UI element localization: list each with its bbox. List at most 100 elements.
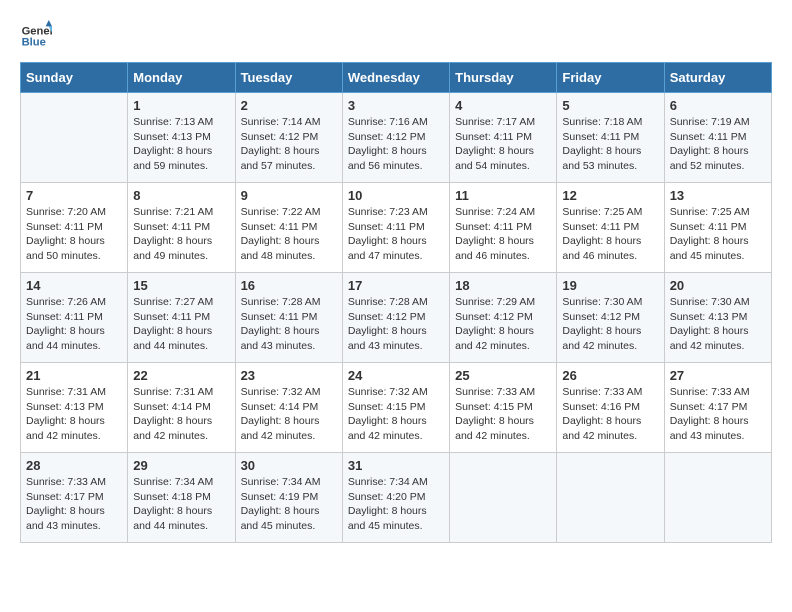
day-info: Sunrise: 7:34 AMSunset: 4:18 PMDaylight:… bbox=[133, 475, 229, 534]
day-info: Sunrise: 7:33 AMSunset: 4:16 PMDaylight:… bbox=[562, 385, 658, 444]
calendar-table: SundayMondayTuesdayWednesdayThursdayFrid… bbox=[20, 62, 772, 543]
calendar-cell: 26Sunrise: 7:33 AMSunset: 4:16 PMDayligh… bbox=[557, 363, 664, 453]
day-number: 22 bbox=[133, 368, 229, 383]
calendar-cell: 27 Sunrise: 7:33 AMSunset: 4:17 PMDayligh… bbox=[664, 363, 771, 453]
calendar-cell: 30 Sunrise: 7:34 AMSunset: 4:19 PMDayligh… bbox=[235, 453, 342, 543]
day-info: Sunrise: 7:25 AMSunset: 4:11 PMDaylight:… bbox=[562, 205, 658, 264]
day-number: 3 bbox=[348, 98, 444, 113]
calendar-cell bbox=[664, 453, 771, 543]
day-info: Sunrise: 7:34 AMSunset: 4:19 PMDaylight:… bbox=[241, 475, 337, 534]
header-day-wednesday: Wednesday bbox=[342, 63, 449, 93]
day-info: Sunrise: 7:18 AMSunset: 4:11 PMDaylight:… bbox=[562, 115, 658, 174]
day-number: 11 bbox=[455, 188, 551, 203]
svg-text:Blue: Blue bbox=[22, 37, 46, 49]
day-info: Sunrise: 7:33 AMSunset: 4:15 PMDaylight:… bbox=[455, 385, 551, 444]
calendar-cell: 15 Sunrise: 7:27 AMSunset: 4:11 PMDayligh… bbox=[128, 273, 235, 363]
week-row-1: 7 Sunrise: 7:20 AMSunset: 4:11 PMDaylight… bbox=[21, 183, 772, 273]
day-number: 24 bbox=[348, 368, 444, 383]
calendar-cell: 28 Sunrise: 7:33 AMSunset: 4:17 PMDayligh… bbox=[21, 453, 128, 543]
calendar-cell: 5 Sunrise: 7:18 AMSunset: 4:11 PMDaylight… bbox=[557, 93, 664, 183]
day-number: 17 bbox=[348, 278, 444, 293]
calendar-header: SundayMondayTuesdayWednesdayThursdayFrid… bbox=[21, 63, 772, 93]
header-row: SundayMondayTuesdayWednesdayThursdayFrid… bbox=[21, 63, 772, 93]
logo-icon: General Blue bbox=[20, 20, 52, 52]
calendar-cell: 20 Sunrise: 7:30 AMSunset: 4:13 PMDayligh… bbox=[664, 273, 771, 363]
page-header: General Blue bbox=[20, 20, 772, 52]
day-info: Sunrise: 7:17 AMSunset: 4:11 PMDaylight:… bbox=[455, 115, 551, 174]
day-number: 5 bbox=[562, 98, 658, 113]
day-info: Sunrise: 7:27 AMSunset: 4:11 PMDaylight:… bbox=[133, 295, 229, 354]
calendar-cell bbox=[450, 453, 557, 543]
calendar-cell: 3 Sunrise: 7:16 AMSunset: 4:12 PMDaylight… bbox=[342, 93, 449, 183]
day-number: 21 bbox=[26, 368, 122, 383]
calendar-cell: 25 Sunrise: 7:33 AMSunset: 4:15 PMDayligh… bbox=[450, 363, 557, 453]
day-info: Sunrise: 7:16 AMSunset: 4:12 PMDaylight:… bbox=[348, 115, 444, 174]
day-number: 7 bbox=[26, 188, 122, 203]
day-info: Sunrise: 7:30 AMSunset: 4:13 PMDaylight:… bbox=[670, 295, 766, 354]
day-number: 2 bbox=[241, 98, 337, 113]
day-number: 23 bbox=[241, 368, 337, 383]
day-number: 20 bbox=[670, 278, 766, 293]
header-day-friday: Friday bbox=[557, 63, 664, 93]
calendar-cell: 19 Sunrise: 7:30 AMSunset: 4:12 PMDayligh… bbox=[557, 273, 664, 363]
calendar-cell: 8Sunrise: 7:21 AMSunset: 4:11 PMDaylight… bbox=[128, 183, 235, 273]
calendar-cell: 13Sunrise: 7:25 AMSunset: 4:11 PMDayligh… bbox=[664, 183, 771, 273]
calendar-cell: 23Sunrise: 7:32 AMSunset: 4:14 PMDayligh… bbox=[235, 363, 342, 453]
calendar-cell: 10 Sunrise: 7:23 AMSunset: 4:11 PMDayligh… bbox=[342, 183, 449, 273]
calendar-cell: 7 Sunrise: 7:20 AMSunset: 4:11 PMDaylight… bbox=[21, 183, 128, 273]
day-number: 15 bbox=[133, 278, 229, 293]
week-row-4: 28 Sunrise: 7:33 AMSunset: 4:17 PMDayligh… bbox=[21, 453, 772, 543]
day-number: 9 bbox=[241, 188, 337, 203]
calendar-cell: 14 Sunrise: 7:26 AMSunset: 4:11 PMDayligh… bbox=[21, 273, 128, 363]
week-row-0: 1Sunrise: 7:13 AMSunset: 4:13 PMDaylight… bbox=[21, 93, 772, 183]
calendar-cell bbox=[21, 93, 128, 183]
day-info: Sunrise: 7:34 AMSunset: 4:20 PMDaylight:… bbox=[348, 475, 444, 534]
day-info: Sunrise: 7:21 AMSunset: 4:11 PMDaylight:… bbox=[133, 205, 229, 264]
day-info: Sunrise: 7:29 AMSunset: 4:12 PMDaylight:… bbox=[455, 295, 551, 354]
day-info: Sunrise: 7:31 AMSunset: 4:14 PMDaylight:… bbox=[133, 385, 229, 444]
day-number: 27 bbox=[670, 368, 766, 383]
header-day-thursday: Thursday bbox=[450, 63, 557, 93]
day-number: 14 bbox=[26, 278, 122, 293]
calendar-cell: 29 Sunrise: 7:34 AMSunset: 4:18 PMDayligh… bbox=[128, 453, 235, 543]
logo: General Blue bbox=[20, 20, 52, 52]
calendar-cell: 12 Sunrise: 7:25 AMSunset: 4:11 PMDayligh… bbox=[557, 183, 664, 273]
calendar-cell: 22 Sunrise: 7:31 AMSunset: 4:14 PMDayligh… bbox=[128, 363, 235, 453]
calendar-cell: 17 Sunrise: 7:28 AMSunset: 4:12 PMDayligh… bbox=[342, 273, 449, 363]
calendar-cell: 18 Sunrise: 7:29 AMSunset: 4:12 PMDayligh… bbox=[450, 273, 557, 363]
day-number: 19 bbox=[562, 278, 658, 293]
day-info: Sunrise: 7:26 AMSunset: 4:11 PMDaylight:… bbox=[26, 295, 122, 354]
day-info: Sunrise: 7:13 AMSunset: 4:13 PMDaylight:… bbox=[133, 115, 229, 174]
day-info: Sunrise: 7:19 AMSunset: 4:11 PMDaylight:… bbox=[670, 115, 766, 174]
day-number: 25 bbox=[455, 368, 551, 383]
calendar-cell: 4 Sunrise: 7:17 AMSunset: 4:11 PMDaylight… bbox=[450, 93, 557, 183]
calendar-cell: 1Sunrise: 7:13 AMSunset: 4:13 PMDaylight… bbox=[128, 93, 235, 183]
day-info: Sunrise: 7:28 AMSunset: 4:12 PMDaylight:… bbox=[348, 295, 444, 354]
day-info: Sunrise: 7:33 AMSunset: 4:17 PMDaylight:… bbox=[26, 475, 122, 534]
day-number: 30 bbox=[241, 458, 337, 473]
day-number: 28 bbox=[26, 458, 122, 473]
week-row-2: 14 Sunrise: 7:26 AMSunset: 4:11 PMDayligh… bbox=[21, 273, 772, 363]
day-number: 10 bbox=[348, 188, 444, 203]
calendar-body: 1Sunrise: 7:13 AMSunset: 4:13 PMDaylight… bbox=[21, 93, 772, 543]
week-row-3: 21Sunrise: 7:31 AMSunset: 4:13 PMDayligh… bbox=[21, 363, 772, 453]
day-number: 12 bbox=[562, 188, 658, 203]
day-info: Sunrise: 7:14 AMSunset: 4:12 PMDaylight:… bbox=[241, 115, 337, 174]
calendar-cell: 9 Sunrise: 7:22 AMSunset: 4:11 PMDaylight… bbox=[235, 183, 342, 273]
svg-text:General: General bbox=[22, 25, 52, 37]
day-number: 31 bbox=[348, 458, 444, 473]
day-info: Sunrise: 7:24 AMSunset: 4:11 PMDaylight:… bbox=[455, 205, 551, 264]
day-number: 4 bbox=[455, 98, 551, 113]
day-number: 6 bbox=[670, 98, 766, 113]
day-info: Sunrise: 7:20 AMSunset: 4:11 PMDaylight:… bbox=[26, 205, 122, 264]
day-number: 29 bbox=[133, 458, 229, 473]
header-day-sunday: Sunday bbox=[21, 63, 128, 93]
day-number: 18 bbox=[455, 278, 551, 293]
calendar-cell: 21Sunrise: 7:31 AMSunset: 4:13 PMDayligh… bbox=[21, 363, 128, 453]
day-info: Sunrise: 7:30 AMSunset: 4:12 PMDaylight:… bbox=[562, 295, 658, 354]
day-info: Sunrise: 7:22 AMSunset: 4:11 PMDaylight:… bbox=[241, 205, 337, 264]
calendar-cell: 11 Sunrise: 7:24 AMSunset: 4:11 PMDayligh… bbox=[450, 183, 557, 273]
day-info: Sunrise: 7:23 AMSunset: 4:11 PMDaylight:… bbox=[348, 205, 444, 264]
day-info: Sunrise: 7:33 AMSunset: 4:17 PMDaylight:… bbox=[670, 385, 766, 444]
day-info: Sunrise: 7:25 AMSunset: 4:11 PMDaylight:… bbox=[670, 205, 766, 264]
